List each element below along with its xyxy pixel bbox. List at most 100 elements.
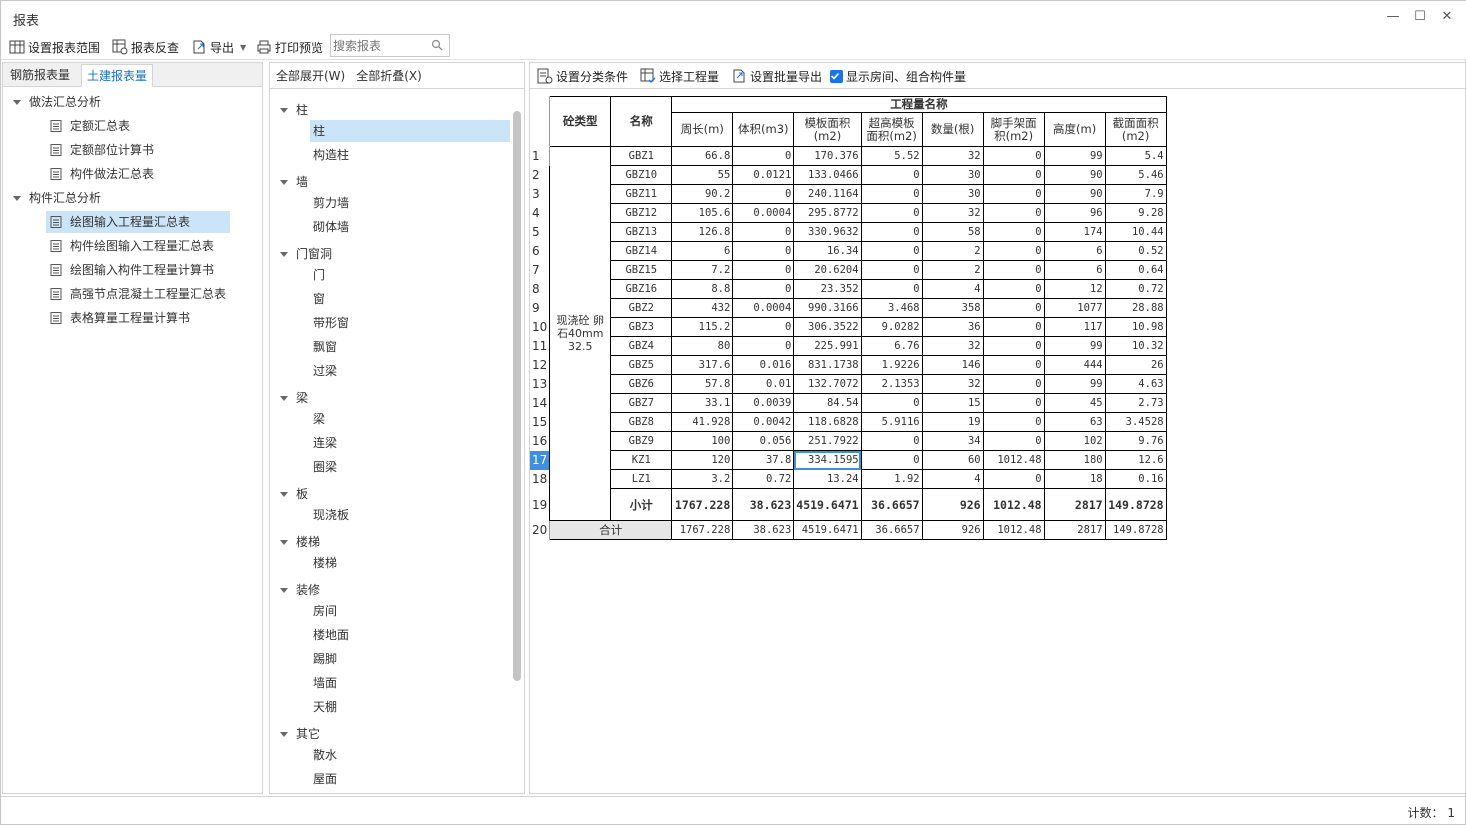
- value-cell[interactable]: 0.0121: [732, 165, 795, 185]
- value-cell[interactable]: 18: [1043, 469, 1106, 489]
- value-cell[interactable]: 13.24: [793, 469, 862, 489]
- component-item[interactable]: 梁: [310, 408, 510, 430]
- component-item[interactable]: 散水: [310, 744, 510, 766]
- value-cell[interactable]: 0: [982, 279, 1045, 299]
- tab-civil-report[interactable]: 土建报表量: [81, 64, 154, 87]
- value-cell[interactable]: 45: [1043, 393, 1106, 413]
- value-cell[interactable]: 358: [921, 298, 984, 318]
- category-3[interactable]: 梁: [280, 387, 308, 409]
- table-row[interactable]: 6 GBZ14 6 0 16.34 0 2 0 6 0.52: [530, 241, 1167, 261]
- value-cell[interactable]: 990.3166: [793, 298, 862, 318]
- value-cell[interactable]: 0.0004: [732, 203, 795, 223]
- value-cell[interactable]: 831.1738: [793, 355, 862, 375]
- value-cell[interactable]: 0: [860, 450, 923, 470]
- value-cell[interactable]: 0: [982, 317, 1045, 337]
- value-cell[interactable]: 0: [732, 317, 795, 337]
- total-value[interactable]: 149.8728: [1104, 520, 1167, 540]
- value-cell[interactable]: 10.32: [1104, 336, 1167, 356]
- value-cell[interactable]: 5.9116: [860, 412, 923, 432]
- component-name-cell[interactable]: GBZ5: [610, 355, 673, 375]
- value-cell[interactable]: 0: [860, 241, 923, 261]
- table-row[interactable]: 15 GBZ8 41.928 0.0042 118.6828 5.9116 19 0 63 3.4…: [530, 412, 1167, 432]
- value-cell[interactable]: 115.2: [671, 317, 734, 337]
- value-cell[interactable]: 126.8: [671, 222, 734, 242]
- value-cell[interactable]: 99: [1043, 336, 1106, 356]
- total-label[interactable]: 合计: [549, 520, 673, 540]
- value-cell[interactable]: 10.44: [1104, 222, 1167, 242]
- component-item[interactable]: 天棚: [310, 696, 510, 718]
- total-row[interactable]: 20 合计 1767.228 38.623 4519.6471 36.6657 926 101…: [530, 520, 1167, 540]
- value-cell[interactable]: 0.0004: [732, 298, 795, 318]
- category-0[interactable]: 柱: [280, 99, 308, 121]
- value-cell[interactable]: 133.0466: [793, 165, 862, 185]
- value-cell[interactable]: 0: [860, 184, 923, 204]
- table-row[interactable]: 5 GBZ13 126.8 0 330.9632 0 58 0 174 10.44: [530, 222, 1167, 242]
- select-quantity-button[interactable]: 选择工程量: [640, 67, 719, 85]
- component-name-cell[interactable]: GBZ3: [610, 317, 673, 337]
- batch-export-button[interactable]: 设置批量导出: [731, 67, 822, 85]
- value-cell[interactable]: 444: [1043, 355, 1106, 375]
- value-cell[interactable]: 0: [732, 184, 795, 204]
- value-cell[interactable]: 105.6: [671, 203, 734, 223]
- value-cell[interactable]: 117: [1043, 317, 1106, 337]
- value-cell[interactable]: 32: [921, 374, 984, 394]
- value-cell[interactable]: 0: [982, 469, 1045, 489]
- value-cell[interactable]: 3.2: [671, 469, 734, 489]
- value-cell[interactable]: 12: [1043, 279, 1106, 299]
- report-search-box[interactable]: [330, 34, 450, 57]
- value-cell[interactable]: 295.8772: [793, 203, 862, 223]
- value-cell[interactable]: 0: [982, 165, 1045, 185]
- value-cell[interactable]: 0.52: [1104, 241, 1167, 261]
- print-preview-button[interactable]: 打印预览: [256, 37, 323, 57]
- value-cell[interactable]: 23.352: [793, 279, 862, 299]
- component-name-cell[interactable]: KZ1: [610, 450, 673, 470]
- component-name-cell[interactable]: GBZ13: [610, 222, 673, 242]
- set-category-button[interactable]: 设置分类条件: [537, 67, 628, 85]
- value-cell[interactable]: 0: [732, 260, 795, 280]
- value-cell[interactable]: 306.3522: [793, 317, 862, 337]
- value-cell[interactable]: 16.34: [793, 241, 862, 261]
- value-cell[interactable]: 4: [921, 279, 984, 299]
- value-cell[interactable]: 12.6: [1104, 450, 1167, 470]
- value-cell[interactable]: 120: [671, 450, 734, 470]
- value-cell[interactable]: 9.28: [1104, 203, 1167, 223]
- subtotal-row[interactable]: 19 小计 1767.228 38.623 4519.6471 36.6657 926 101…: [530, 488, 1167, 521]
- value-cell[interactable]: 225.991: [793, 336, 862, 356]
- table-row[interactable]: 2 GBZ10 55 0.0121 133.0466 0 30 0 90 5.46: [530, 165, 1167, 185]
- value-cell[interactable]: 0: [860, 165, 923, 185]
- table-row[interactable]: 12 GBZ5 317.6 0.016 831.1738 1.9226 146 0 444 26: [530, 355, 1167, 375]
- table-row[interactable]: 9 GBZ2 432 0.0004 990.3166 3.468 358 0 1077 28.88: [530, 298, 1167, 318]
- component-name-cell[interactable]: GBZ2: [610, 298, 673, 318]
- subtotal-value[interactable]: 4519.6471: [793, 488, 862, 521]
- export-button[interactable]: 导出 ▼: [191, 37, 246, 57]
- total-value[interactable]: 38.623: [732, 520, 795, 540]
- value-cell[interactable]: 10.98: [1104, 317, 1167, 337]
- tree-item-report[interactable]: 绘图输入构件工程量计算书: [46, 259, 218, 281]
- subtotal-value[interactable]: 38.623: [732, 488, 795, 521]
- value-cell[interactable]: 0: [732, 241, 795, 261]
- value-cell[interactable]: 7.9: [1104, 184, 1167, 204]
- value-cell[interactable]: 66.8: [671, 146, 734, 166]
- value-cell[interactable]: 0: [982, 393, 1045, 413]
- value-cell[interactable]: 5.52: [860, 146, 923, 166]
- value-cell[interactable]: 330.9632: [793, 222, 862, 242]
- value-cell[interactable]: 80: [671, 336, 734, 356]
- show-rooms-checkbox[interactable]: 显示房间、组合构件量: [830, 67, 966, 85]
- component-item[interactable]: 屋面: [310, 768, 510, 790]
- value-cell[interactable]: 63: [1043, 412, 1106, 432]
- value-cell[interactable]: 2.73: [1104, 393, 1167, 413]
- total-value[interactable]: 1767.228: [671, 520, 734, 540]
- value-cell[interactable]: 240.1164: [793, 184, 862, 204]
- value-cell[interactable]: 41.928: [671, 412, 734, 432]
- value-cell[interactable]: 7.2: [671, 260, 734, 280]
- value-cell[interactable]: 0: [860, 431, 923, 451]
- value-cell[interactable]: 0: [982, 203, 1045, 223]
- value-cell[interactable]: 0: [982, 336, 1045, 356]
- value-cell[interactable]: 146: [921, 355, 984, 375]
- value-cell[interactable]: 0: [982, 222, 1045, 242]
- component-name-cell[interactable]: GBZ6: [610, 374, 673, 394]
- search-icon[interactable]: [431, 39, 443, 51]
- total-value[interactable]: 4519.6471: [793, 520, 862, 540]
- value-cell[interactable]: 6: [1043, 241, 1106, 261]
- value-cell[interactable]: 96: [1043, 203, 1106, 223]
